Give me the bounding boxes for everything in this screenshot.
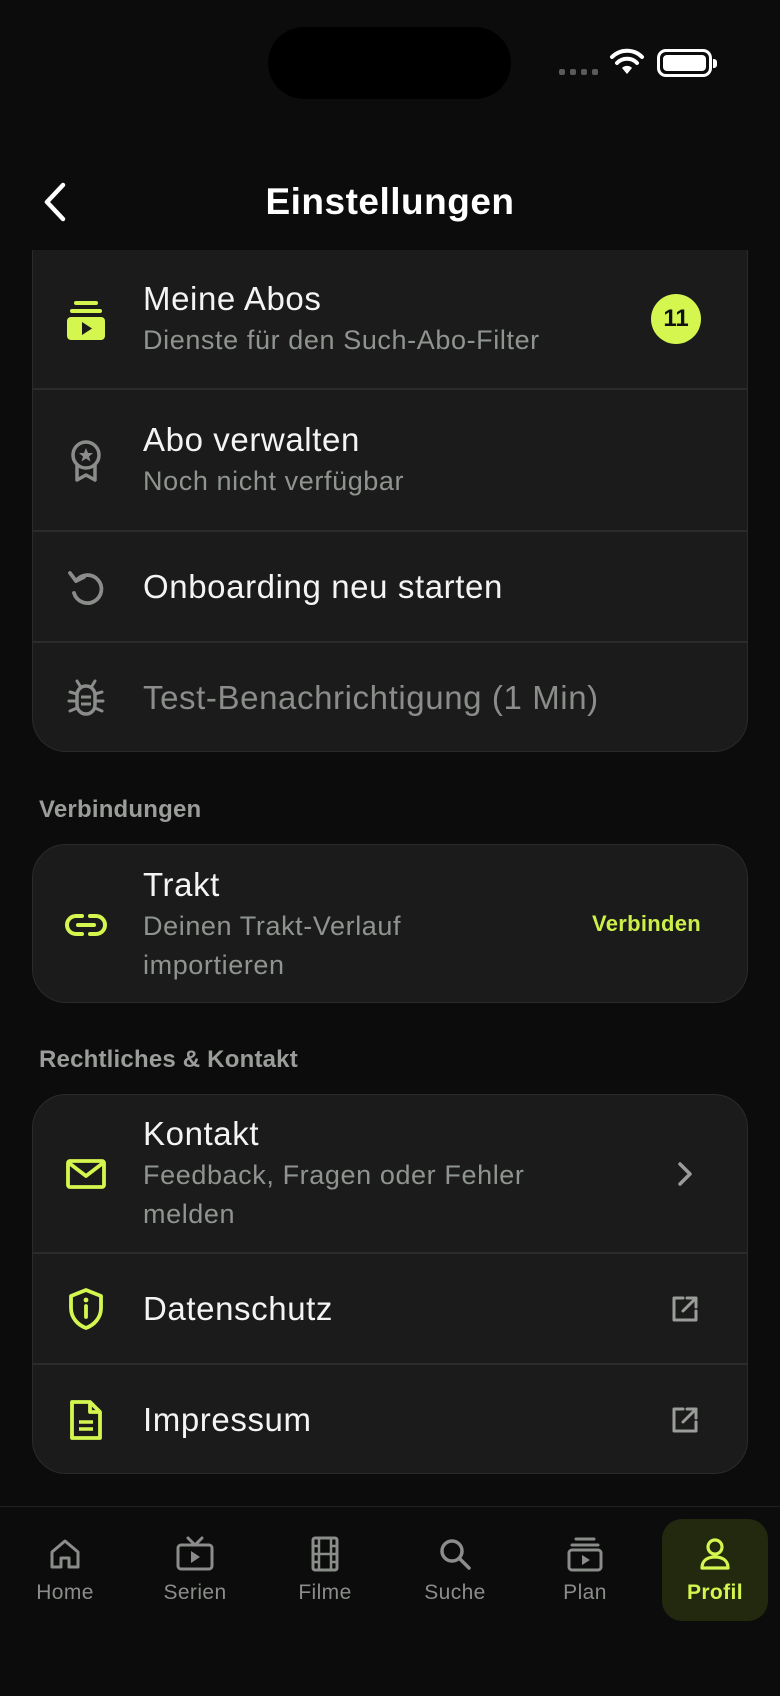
tab-profil[interactable]: Profil [662, 1519, 768, 1621]
legal-item-impressum[interactable]: Impressum [33, 1365, 747, 1473]
item-title: Impressum [143, 1401, 312, 1438]
link-icon [63, 902, 109, 948]
legal-item-datenschutz[interactable]: Datenschutz [33, 1254, 747, 1364]
tab-filme[interactable]: Filme [272, 1519, 378, 1621]
connections-card: Trakt Deinen Trakt-Verlauf importieren V… [32, 844, 748, 1003]
award-icon [63, 438, 109, 484]
item-title: Test-Benachrichtigung (1 Min) [143, 678, 599, 716]
tab-plan[interactable]: Plan [532, 1519, 638, 1621]
external-link-icon [669, 1404, 701, 1436]
cellular-signal-icon [559, 69, 598, 75]
item-title: Onboarding neu starten [143, 568, 503, 605]
tab-suche[interactable]: Suche [402, 1519, 508, 1621]
tab-label: Profil [686, 1581, 744, 1604]
battery-icon [657, 49, 717, 77]
page-title: Einstellungen [265, 181, 515, 222]
settings-card: Meine Abos Dienste für den Such-Abo-Filt… [32, 250, 748, 752]
item-subtitle-line-1: Deinen Trakt-Verlauf [143, 910, 402, 941]
connection-item-trakt[interactable]: Trakt Deinen Trakt-Verlauf importieren V… [33, 845, 747, 1002]
subscriptions-icon [63, 297, 109, 343]
item-subtitle-line-1: Feedback, Fragen oder Fehler [143, 1159, 525, 1190]
tab-label: Plan [563, 1581, 607, 1604]
tab-label: Home [36, 1581, 94, 1604]
bug-icon [63, 675, 109, 721]
tab-label: Filme [298, 1581, 352, 1604]
count-badge: 11 [651, 294, 701, 344]
film-icon [306, 1535, 344, 1573]
item-title: Meine Abos [143, 280, 322, 317]
mail-icon [63, 1151, 109, 1197]
legal-card: Kontakt Feedback, Fragen oder Fehler mel… [32, 1094, 748, 1474]
tab-serien[interactable]: Serien [142, 1519, 248, 1621]
item-subtitle-line-2: melden [143, 1198, 236, 1229]
item-subtitle: Dienste für den Such-Abo-Filter [143, 325, 540, 355]
settings-item-test-notification[interactable]: Test-Benachrichtigung (1 Min) [33, 643, 747, 751]
tab-label: Serien [163, 1581, 227, 1604]
stack-icon [566, 1535, 604, 1573]
connect-button[interactable]: Verbinden [592, 911, 701, 937]
settings-item-onboarding[interactable]: Onboarding neu starten [33, 532, 747, 642]
section-label-rechtliches: Rechtliches & Kontakt [39, 1046, 298, 1073]
legal-item-kontakt[interactable]: Kontakt Feedback, Fragen oder Fehler mel… [33, 1095, 747, 1252]
home-icon [46, 1535, 84, 1573]
document-icon [63, 1397, 109, 1443]
item-title: Abo verwalten [143, 421, 360, 458]
item-title: Kontakt [143, 1114, 260, 1152]
search-icon [436, 1535, 474, 1573]
external-link-icon [669, 1293, 701, 1325]
dynamic-island [268, 27, 511, 99]
tab-label: Suche [424, 1581, 486, 1604]
wifi-icon [610, 48, 644, 74]
settings-item-abo-verwalten[interactable]: Abo verwalten Noch nicht verfügbar [33, 390, 747, 531]
item-title: Datenschutz [143, 1290, 334, 1327]
tab-bar: Home Serien Filme Suche Plan Profil [0, 1506, 780, 1696]
user-icon [696, 1535, 734, 1573]
shield-info-icon [63, 1286, 109, 1332]
item-subtitle: Noch nicht verfügbar [143, 466, 405, 496]
restart-icon [63, 564, 109, 610]
item-subtitle-line-2: importieren [143, 949, 285, 980]
chevron-right-icon [669, 1158, 701, 1190]
item-title: Trakt [143, 865, 220, 903]
tab-home[interactable]: Home [12, 1519, 118, 1621]
settings-item-meine-abos[interactable]: Meine Abos Dienste für den Such-Abo-Filt… [33, 250, 747, 389]
tv-icon [176, 1535, 214, 1573]
section-label-verbindungen: Verbindungen [39, 796, 202, 823]
